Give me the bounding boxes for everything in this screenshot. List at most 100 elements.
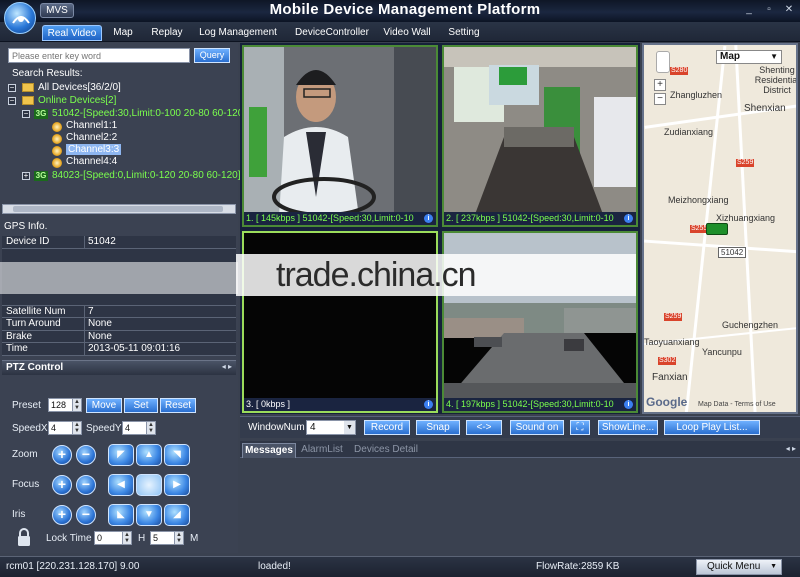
tree-all-devices[interactable]: All Devices[36/2/0] [38, 82, 121, 93]
expand-toggle[interactable]: − [22, 110, 30, 118]
tree-channel[interactable]: Channel4:4 [66, 156, 117, 167]
map-place: Shenting Residential District [754, 65, 798, 95]
map-type-select[interactable]: Map ▼ [716, 50, 782, 64]
zoom-out-map-button[interactable]: − [654, 93, 666, 105]
info-icon[interactable]: i [624, 214, 633, 223]
minimize-button[interactable]: _ [742, 4, 756, 16]
map-footer[interactable]: Map Data - Terms of Use [698, 401, 776, 408]
iris-label: Iris [12, 509, 26, 520]
up-left-arrow-icon[interactable]: ◤ [108, 444, 134, 466]
video-grid: 1. [ 145kbps ] 51042-[Speed:30,Limit:0-1… [240, 43, 640, 414]
speedy-stepper[interactable]: 4 ▲ ▼ [122, 421, 156, 435]
zoom-in-button[interactable]: + [52, 445, 72, 465]
stepper-arrows-icon[interactable]: ▲ ▼ [72, 422, 81, 434]
tree-scrollbar[interactable] [2, 204, 236, 214]
showline-button[interactable]: ShowLine... [598, 420, 658, 435]
set-button[interactable]: Set [124, 398, 158, 413]
pegman-icon[interactable] [656, 51, 670, 73]
stepper-arrows-icon[interactable]: ▲ ▼ [72, 399, 81, 411]
query-button[interactable]: Query [194, 48, 230, 63]
lock-hours-stepper[interactable]: 0 ▲ ▼ [94, 531, 132, 545]
panel-arrows-icon[interactable]: ◂ ▸ [222, 362, 232, 371]
up-arrow-icon[interactable]: ▲ [136, 444, 162, 466]
tab-real-video[interactable]: Real Video [42, 25, 102, 41]
expand-toggle[interactable]: − [8, 97, 16, 105]
snap-button[interactable]: Snap [416, 420, 460, 435]
tab-setting[interactable]: Setting [444, 25, 484, 41]
right-arrow-icon[interactable]: ▶ [164, 474, 190, 496]
tab-replay[interactable]: Replay [146, 25, 188, 41]
record-button[interactable]: Record [364, 420, 410, 435]
tree-channel-selected[interactable]: Channel3:3 [66, 144, 122, 155]
tree-online-devices[interactable]: Online Devices[2] [38, 95, 116, 106]
tree-channel[interactable]: Channel1:1 [66, 120, 117, 131]
down-right-arrow-icon[interactable]: ◢ [164, 504, 190, 526]
gps-key: Device ID [6, 236, 50, 247]
speedx-stepper[interactable]: 4 ▲ ▼ [48, 421, 82, 435]
tree-device-51042[interactable]: 51042-[Speed:30,Limit:0-100 20-80 60-120… [52, 108, 246, 119]
iris-open-button[interactable]: + [52, 505, 72, 525]
video-caption: 2. [ 237kbps ] 51042-[Speed:30,Limit:0-1… [444, 212, 636, 225]
down-left-arrow-icon[interactable]: ◣ [108, 504, 134, 526]
status-bar: rcm01 [220.231.128.170] 9.00 loaded! Flo… [0, 556, 800, 577]
lock-minutes-stepper[interactable]: 5 ▲ ▼ [150, 531, 184, 545]
tree-device-84023[interactable]: 84023-[Speed:0,Limit:0-120 20-80 60-120] [52, 170, 240, 181]
swap-button[interactable]: <-> [466, 420, 502, 435]
video-frame-driver [244, 47, 436, 217]
down-arrow-icon[interactable]: ▼ [136, 504, 162, 526]
info-icon[interactable]: i [424, 214, 433, 223]
vehicle-marker-icon[interactable] [706, 223, 728, 235]
map-panel[interactable]: + − Map ▼ Shenting Residential District S… [642, 43, 798, 414]
tab-devices-detail[interactable]: Devices Detail [350, 443, 422, 458]
scrollbar-thumb[interactable] [13, 206, 223, 212]
title-bar: MVS Mobile Device Management Platform _ … [0, 0, 800, 22]
iris-close-button[interactable]: − [76, 505, 96, 525]
stepper-arrows-icon[interactable]: ▲ ▼ [174, 532, 183, 544]
expand-toggle[interactable]: − [8, 84, 16, 92]
restore-button[interactable]: ▫ [762, 4, 776, 16]
tab-alarm-list[interactable]: AlarmList [298, 443, 346, 458]
close-button[interactable]: ✕ [782, 4, 796, 16]
center-button[interactable] [136, 474, 162, 496]
map-place: Fanxian [652, 372, 688, 383]
fullscreen-icon[interactable]: ⛶ [570, 420, 590, 435]
info-icon[interactable]: i [424, 400, 433, 409]
app-tab[interactable]: MVS [40, 3, 74, 18]
move-button[interactable]: Move [86, 398, 122, 413]
up-right-arrow-icon[interactable]: ◥ [164, 444, 190, 466]
zoom-out-button[interactable]: − [76, 445, 96, 465]
sound-on-button[interactable]: Sound on [510, 420, 564, 435]
preset-label: Preset [12, 400, 41, 411]
left-arrow-icon[interactable]: ◀ [108, 474, 134, 496]
quick-menu-button[interactable]: Quick Menu ▼ [696, 559, 782, 575]
lock-icon[interactable] [16, 527, 32, 547]
stepper-arrows-icon[interactable]: ▲ ▼ [146, 422, 155, 434]
focus-out-button[interactable]: − [76, 475, 96, 495]
tab-log-management[interactable]: Log Management [196, 25, 280, 41]
main-nav: Real Video Map Replay Log Management Dev… [0, 22, 800, 42]
tab-device-controller[interactable]: DeviceController [290, 25, 374, 41]
tab-video-wall[interactable]: Video Wall [380, 25, 434, 41]
window-num-select[interactable]: 4 ▼ [306, 420, 356, 435]
search-input[interactable] [8, 48, 190, 63]
info-icon[interactable]: i [624, 400, 633, 409]
video-window-2[interactable]: 2. [ 237kbps ] 51042-[Speed:30,Limit:0-1… [442, 45, 638, 227]
reset-button[interactable]: Reset [160, 398, 196, 413]
3g-badge-icon: 3G [34, 171, 48, 181]
video-caption: 3. [ 0kbps ] i [244, 398, 436, 411]
panel-arrows-icon[interactable]: ◂ ▸ [786, 444, 796, 453]
tree-channel[interactable]: Channel2:2 [66, 132, 117, 143]
speedx-value: 4 [51, 423, 57, 433]
loop-play-list-button[interactable]: Loop Play List... [664, 420, 760, 435]
preset-stepper[interactable]: 128 ▲ ▼ [48, 398, 82, 412]
road-sign: S280 [670, 67, 689, 75]
focus-in-button[interactable]: + [52, 475, 72, 495]
map-place: Meizhongxiang [668, 195, 729, 205]
stepper-arrows-icon[interactable]: ▲ ▼ [122, 532, 131, 544]
video-window-1[interactable]: 1. [ 145kbps ] 51042-[Speed:30,Limit:0-1… [242, 45, 438, 227]
zoom-in-map-button[interactable]: + [654, 79, 666, 91]
tab-messages[interactable]: Messages [242, 443, 296, 458]
tab-map[interactable]: Map [108, 25, 138, 41]
map-logo: Google [646, 395, 688, 409]
expand-toggle[interactable]: + [22, 172, 30, 180]
